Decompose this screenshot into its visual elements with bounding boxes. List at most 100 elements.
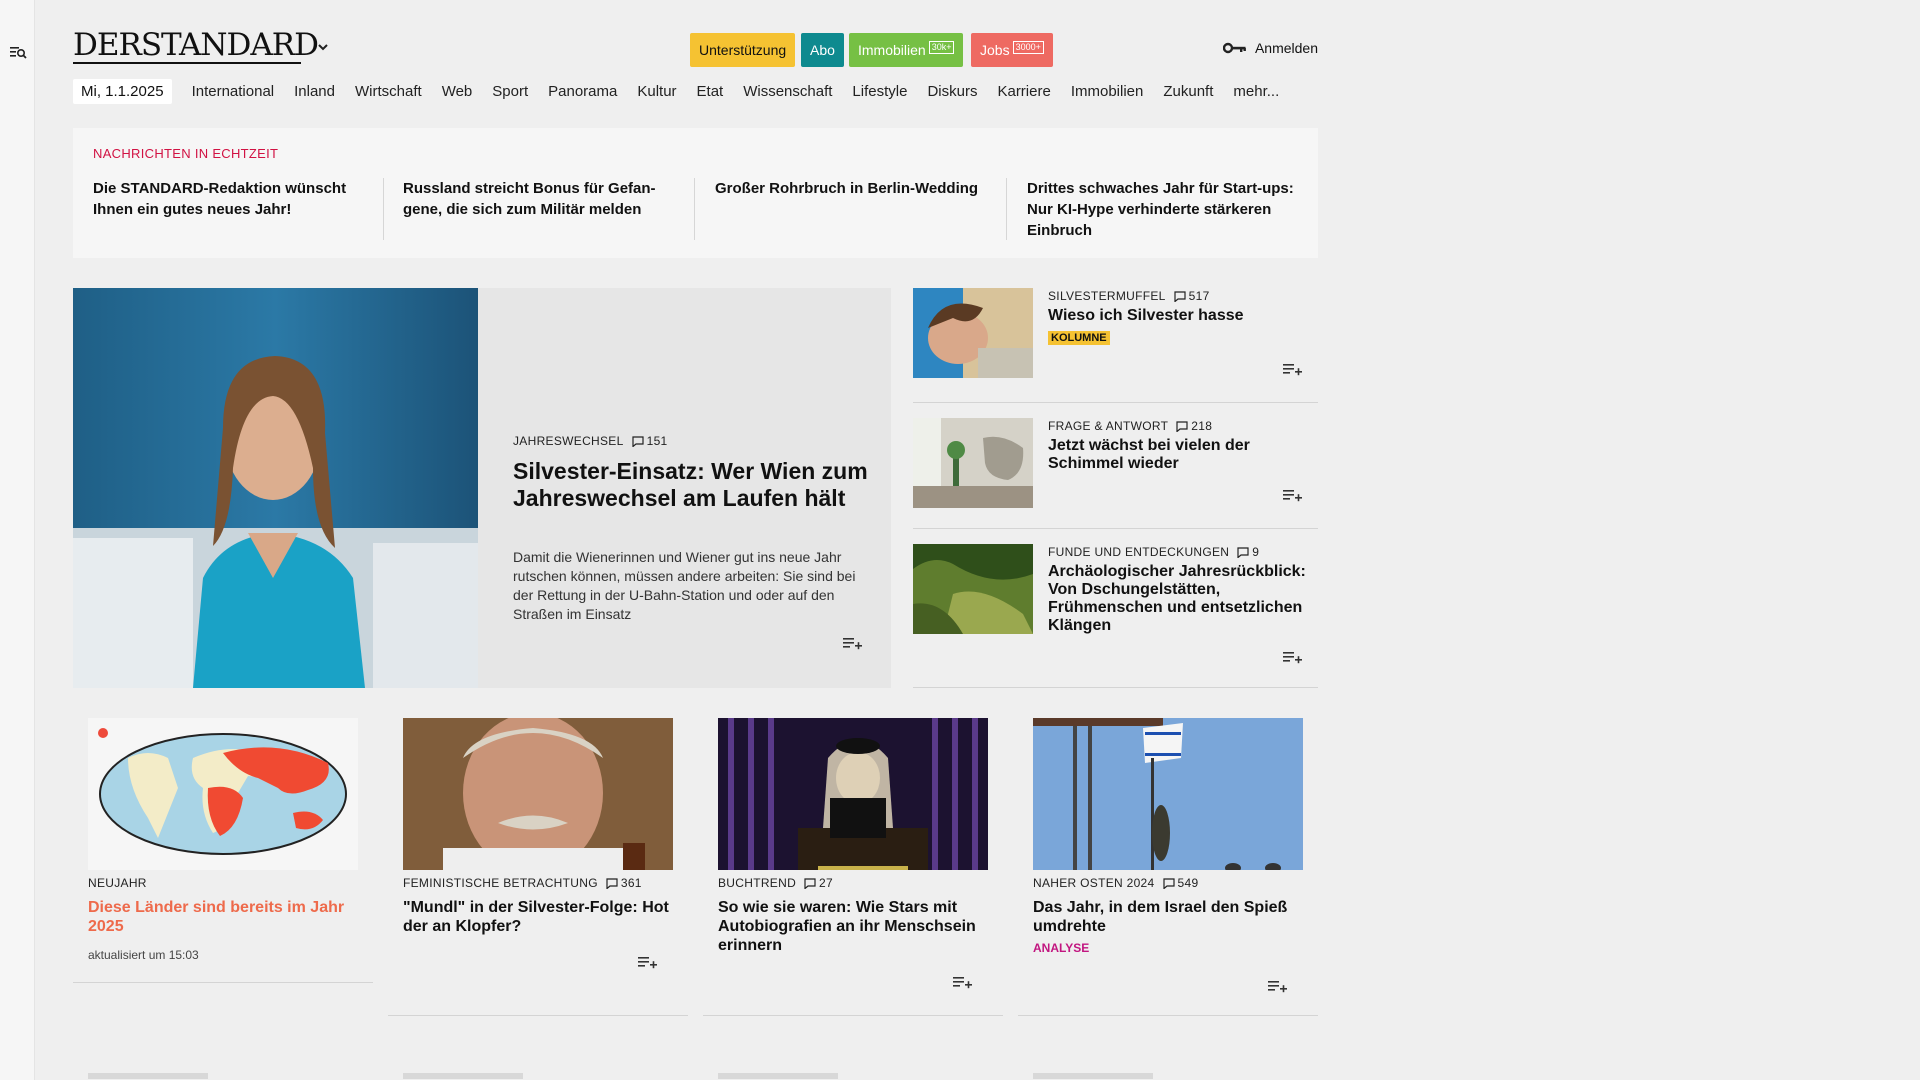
ticker-label: NACHRICHTEN IN ECHTZEIT	[93, 146, 279, 161]
card-kicker: NAHER OSTEN 2024 549	[1033, 876, 1303, 890]
ticker-item[interactable]: Großer Rohrbruch in Berlin-Wedding	[715, 178, 985, 199]
comment-count[interactable]: 517	[1174, 289, 1210, 303]
card-image[interactable]	[88, 718, 358, 870]
immobilien-label: Immobilien	[858, 42, 926, 58]
card-title[interactable]: Diese Länder sind bereits im Jahr 2025	[88, 898, 358, 936]
add-to-list-icon[interactable]	[1283, 362, 1303, 376]
lead-kicker: JAHRESWECHSEL 151	[513, 434, 668, 448]
comment-count[interactable]: 151	[631, 434, 668, 448]
card-kicker: BUCHTREND 27	[718, 876, 988, 890]
sleeping-person-photo	[913, 288, 1033, 378]
nav-item-immobilien[interactable]: Immobilien	[1071, 83, 1144, 100]
jobs-button[interactable]: Jobs 3000+	[971, 33, 1053, 67]
next-row-placeholder	[1033, 1073, 1153, 1079]
comment-icon	[1237, 546, 1249, 558]
card-image[interactable]	[403, 718, 673, 870]
card-divider	[1018, 1015, 1318, 1016]
kolumne-tag: KOLUMNE	[1048, 331, 1110, 345]
login-label: Anmelden	[1254, 40, 1318, 56]
nav-item-lifestyle[interactable]: Lifestyle	[852, 83, 907, 100]
nav-item-panorama[interactable]: Panorama	[548, 83, 617, 100]
card-comment-number: 27	[819, 876, 833, 890]
card-divider	[388, 1015, 688, 1016]
add-to-list-icon[interactable]	[953, 975, 973, 989]
side-title[interactable]: Archäologischer Jahresrückblick: Von Dsc…	[1048, 563, 1318, 635]
card-title[interactable]: Das Jahr, in dem Israel den Spieß umdreh…	[1033, 898, 1303, 936]
side-kicker: FUNDE UND ENTDECKUNGEN 9	[1048, 545, 1318, 559]
lead-article[interactable]: JAHRESWECHSEL 151 Silvester-Einsatz: Wer…	[478, 288, 891, 688]
side-kicker-text: FUNDE UND ENTDECKUNGEN	[1048, 545, 1230, 559]
logo[interactable]: DERSTANDARD	[73, 28, 319, 62]
add-to-list-icon[interactable]	[1283, 488, 1303, 502]
side-title[interactable]: Wieso ich Silvester hasse	[1048, 307, 1318, 325]
current-date: Mi, 1.1.2025	[73, 78, 172, 104]
comment-count[interactable]: 361	[606, 876, 642, 890]
nav-item-karriere[interactable]: Karriere	[997, 83, 1050, 100]
side-thumbnail[interactable]	[913, 544, 1033, 634]
immobilien-button[interactable]: Immobilien 30k+	[849, 33, 964, 67]
live-ticker: NACHRICHTEN IN ECHTZEIT Die STANDARD-Red…	[73, 128, 1318, 258]
nav-item-web[interactable]: Web	[442, 83, 473, 100]
card-image[interactable]	[1033, 718, 1303, 870]
lead-title[interactable]: Silvester-Einsatz: Wer Wien zum Jahreswe…	[513, 458, 873, 512]
chevron-down-icon[interactable]	[318, 42, 328, 52]
lead-image[interactable]	[73, 288, 478, 688]
abo-button[interactable]: Abo	[801, 33, 844, 67]
side-thumbnail[interactable]	[913, 418, 1033, 508]
card-divider	[73, 982, 373, 983]
card-kicker: FEMINISTISCHE BETRACHTUNG 361	[403, 876, 673, 890]
side-kicker-text: SILVESTERMUFFEL	[1048, 289, 1166, 303]
israel-flag-photo	[1033, 718, 1303, 870]
card-body: NAHER OSTEN 2024 549 Das Jahr, in dem Isr…	[1033, 876, 1303, 955]
comment-icon	[1174, 290, 1186, 302]
card-divider	[703, 1015, 1003, 1016]
lead-teaser: Damit die Wienerinnen und Wiener gut ins…	[513, 549, 856, 622]
card-comment-number: 549	[1177, 876, 1199, 890]
ticker-item[interactable]: Russland streicht Bonus für Gefan-gene, …	[403, 178, 673, 220]
left-sidebar	[0, 0, 35, 1080]
login-button[interactable]: Anmelden	[1222, 40, 1318, 56]
comment-count[interactable]: 218	[1176, 419, 1212, 433]
side-article[interactable]: SILVESTERMUFFEL 517 Wieso ich Silvester h…	[913, 288, 1318, 403]
support-button[interactable]: Unterstützung	[690, 33, 796, 67]
add-to-list-icon[interactable]	[1283, 650, 1303, 664]
menu-search-icon[interactable]	[9, 44, 27, 60]
nav-item-diskurs[interactable]: Diskurs	[927, 83, 977, 100]
comment-count[interactable]: 9	[1237, 545, 1259, 559]
card-title[interactable]: "Mundl" in der Silvester-Folge: Hot der …	[403, 898, 673, 936]
jobs-label: Jobs	[980, 42, 1010, 58]
side-article[interactable]: FUNDE UND ENTDECKUNGEN 9 Archäologischer …	[913, 544, 1318, 688]
support-label: Unterstützung	[699, 42, 787, 58]
jobs-badge: 3000+	[1012, 41, 1044, 54]
nav-item-more[interactable]: mehr...	[1233, 83, 1279, 100]
add-to-list-icon[interactable]	[843, 636, 863, 650]
side-title[interactable]: Jetzt wächst bei vielen der Schimmel wie…	[1048, 437, 1318, 473]
ticker-item[interactable]: Die STANDARD-Redaktion wünscht Ihnen ein…	[93, 178, 363, 220]
card-title[interactable]: So wie sie waren: Wie Stars mit Autobiog…	[718, 898, 988, 955]
add-to-list-icon[interactable]	[638, 955, 658, 969]
nav-item-zukunft[interactable]: Zukunft	[1163, 83, 1213, 100]
side-article[interactable]: FRAGE & ANTWORT 218 Jetzt wächst bei viel…	[913, 418, 1318, 529]
add-to-list-icon[interactable]	[1268, 979, 1288, 993]
nav-item-inland[interactable]: Inland	[294, 83, 335, 100]
next-row-placeholder	[403, 1073, 523, 1079]
nav-item-etat[interactable]: Etat	[697, 83, 724, 100]
nav-item-international[interactable]: International	[192, 83, 275, 100]
next-row-placeholder	[718, 1073, 838, 1079]
card-image[interactable]	[718, 718, 988, 870]
logo-underline	[73, 62, 301, 64]
nav-item-wirtschaft[interactable]: Wirtschaft	[355, 83, 422, 100]
lead-comment-number: 151	[646, 434, 668, 448]
comment-count[interactable]: 27	[804, 876, 833, 890]
nav-item-sport[interactable]: Sport	[492, 83, 528, 100]
side-comment-number: 9	[1252, 545, 1260, 559]
ticker-item[interactable]: Drittes schwaches Jahr für Start-ups: Nu…	[1027, 178, 1297, 241]
nav-item-wissenschaft[interactable]: Wissenschaft	[743, 83, 832, 100]
header: DERSTANDARD Unterstützung Abo Immobilien…	[73, 28, 1318, 68]
comment-count[interactable]: 549	[1162, 876, 1199, 890]
side-thumbnail[interactable]	[913, 288, 1033, 378]
comment-icon	[804, 877, 816, 889]
abo-label: Abo	[810, 42, 835, 58]
nav-item-kultur[interactable]: Kultur	[637, 83, 676, 100]
immobilien-badge: 30k+	[928, 41, 955, 54]
